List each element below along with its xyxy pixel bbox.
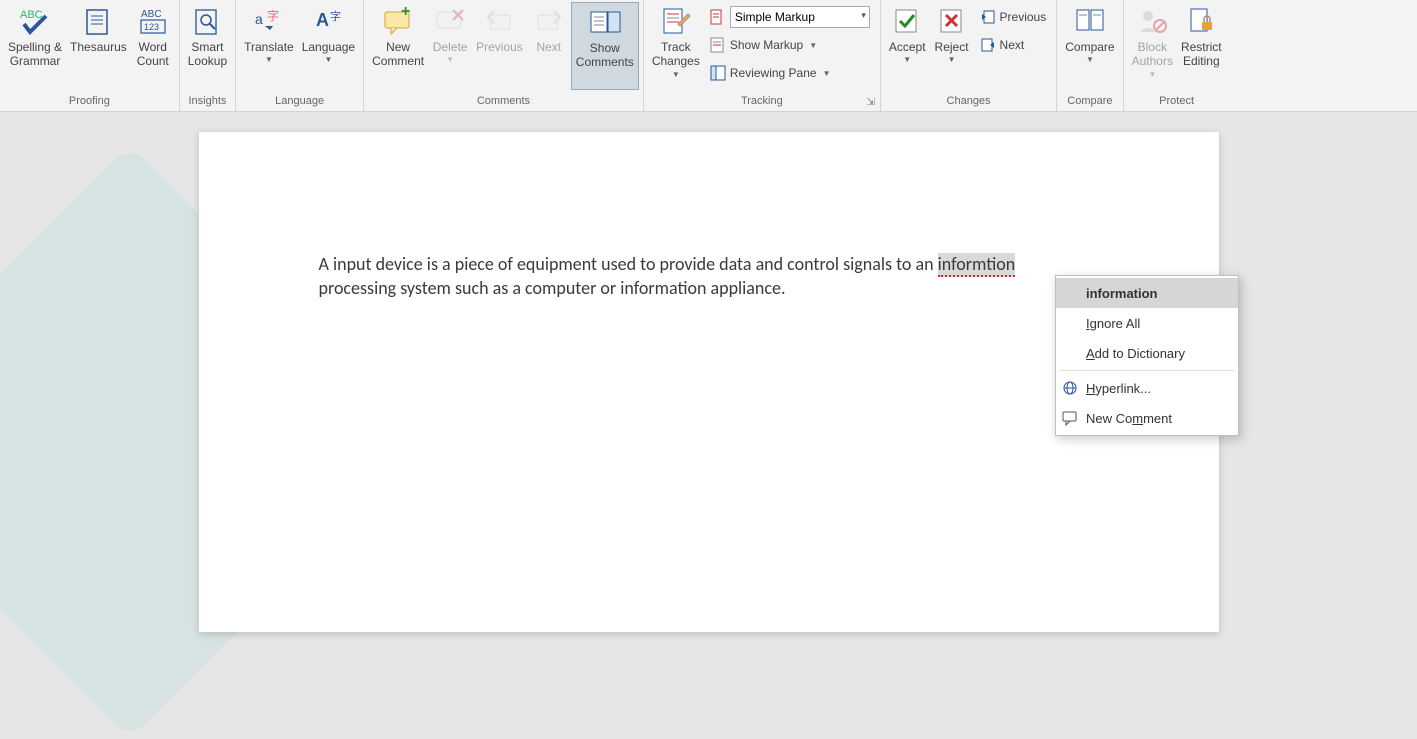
block-authors-button: Block Authors ▼	[1128, 2, 1177, 90]
comment-icon	[1062, 410, 1078, 426]
show-markup-button[interactable]: Show Markup ▼	[706, 32, 874, 58]
accept-icon	[892, 4, 922, 38]
dropdown-caret-icon: ▼	[903, 55, 911, 65]
compare-icon	[1074, 4, 1106, 38]
restrict-editing-button[interactable]: Restrict Editing	[1177, 2, 1226, 90]
svg-text:+: +	[401, 6, 410, 20]
word-count-icon: ABC 123	[137, 4, 169, 38]
accept-button[interactable]: Accept ▼	[885, 2, 930, 90]
markup-icon	[710, 9, 726, 25]
next-comment-icon	[534, 4, 564, 38]
document-text[interactable]: A input device is a piece of equipment u…	[319, 252, 1099, 301]
group-changes: Accept ▼ Reject ▼ Previous Next	[881, 0, 1057, 111]
thesaurus-button[interactable]: Thesaurus	[66, 2, 131, 90]
track-changes-icon	[660, 4, 692, 38]
reject-icon	[937, 4, 967, 38]
text-segment: A input device is a piece of equipment u…	[319, 253, 938, 275]
delete-comment-button: Delete ▼	[428, 2, 472, 90]
dropdown-caret-icon: ▼	[265, 55, 273, 65]
group-comments: + New Comment Delete ▼ Previous	[364, 0, 644, 111]
hyperlink-item[interactable]: Hyperlink...	[1056, 373, 1238, 403]
group-protect: Block Authors ▼ Restrict Editing Protect	[1124, 0, 1230, 111]
group-label-changes: Changes	[885, 93, 1052, 111]
group-label-protect: Protect	[1128, 93, 1226, 111]
next-comment-button: Next	[527, 2, 571, 90]
reject-button[interactable]: Reject ▼	[930, 2, 974, 90]
svg-text:字: 字	[330, 9, 341, 23]
group-label-language: Language	[240, 93, 359, 111]
group-label-proofing: Proofing	[4, 93, 175, 111]
dropdown-caret-icon: ▼	[823, 69, 831, 78]
reviewing-pane-icon	[710, 65, 726, 81]
compare-button[interactable]: Compare ▼	[1061, 2, 1118, 90]
dropdown-caret-icon: ▼	[809, 41, 817, 50]
svg-text:123: 123	[144, 22, 159, 32]
markup-view-dropdown[interactable]: ▾	[706, 4, 874, 30]
dropdown-caret-icon: ▼	[446, 55, 454, 65]
previous-comment-icon	[484, 4, 514, 38]
word-count-button[interactable]: ABC123 Word Count	[131, 2, 175, 90]
menu-separator	[1060, 370, 1234, 371]
add-to-dictionary[interactable]: Add to Dictionary	[1056, 338, 1238, 368]
dropdown-caret-icon: ▼	[1086, 55, 1094, 65]
svg-text:ABC: ABC	[20, 9, 43, 21]
misspelled-word[interactable]: informtion	[938, 253, 1016, 277]
group-tracking: Track Changes ▼ ▾ Show Markup ▼	[644, 0, 881, 111]
smart-lookup-button[interactable]: Smart Lookup	[184, 2, 231, 90]
language-icon: A字	[312, 4, 344, 38]
translate-icon: a字	[253, 4, 285, 38]
show-comments-button[interactable]: Show Comments	[571, 2, 639, 90]
new-comment-button[interactable]: + New Comment	[368, 2, 428, 90]
new-comment-icon: +	[381, 4, 415, 38]
group-label-insights: Insights	[184, 93, 231, 111]
dropdown-caret-icon: ▼	[672, 70, 680, 80]
smart-lookup-icon	[192, 4, 222, 38]
group-proofing: ABC Spelling & Grammar Thesaurus ABC123 …	[0, 0, 180, 111]
svg-text:A: A	[316, 10, 329, 30]
show-comments-icon	[588, 5, 622, 39]
group-insights: Smart Lookup Insights	[180, 0, 236, 111]
spelling-grammar-button[interactable]: ABC Spelling & Grammar	[4, 2, 66, 90]
track-changes-button[interactable]: Track Changes ▼	[648, 2, 704, 90]
delete-comment-icon	[433, 4, 467, 38]
markup-view-input[interactable]	[730, 6, 870, 28]
spell-context-menu: information Ignore All Add to Dictionary…	[1055, 275, 1239, 436]
group-label-comments: Comments	[368, 93, 639, 111]
block-authors-icon	[1136, 4, 1168, 38]
previous-icon	[980, 9, 996, 25]
tracking-dialog-launcher[interactable]: ⇲	[864, 95, 878, 109]
translate-button[interactable]: a字 Translate ▼	[240, 2, 298, 90]
previous-comment-button: Previous	[472, 2, 527, 90]
language-button[interactable]: A字 Language ▼	[298, 2, 359, 90]
ribbon: ABC Spelling & Grammar Thesaurus ABC123 …	[0, 0, 1417, 112]
group-language: a字 Translate ▼ A字 Language ▼ Language	[236, 0, 364, 111]
text-segment: processing system such as a computer or …	[319, 277, 786, 299]
group-compare: Compare ▼ Compare	[1057, 0, 1123, 111]
dropdown-caret-icon: ▼	[1148, 70, 1156, 80]
restrict-editing-icon	[1186, 4, 1216, 38]
hyperlink-icon	[1062, 380, 1078, 396]
abc-check-icon: ABC	[18, 4, 52, 38]
show-markup-icon	[710, 37, 726, 53]
svg-text:a: a	[255, 11, 263, 27]
thesaurus-icon	[83, 4, 113, 38]
group-label-compare: Compare	[1061, 93, 1118, 111]
new-comment-item[interactable]: New Comment	[1056, 403, 1238, 433]
next-change-button[interactable]: Next	[976, 32, 1051, 58]
svg-text:ABC: ABC	[141, 9, 162, 20]
ignore-all[interactable]: Ignore All	[1056, 308, 1238, 338]
spell-suggestion[interactable]: information	[1056, 278, 1238, 308]
previous-change-button[interactable]: Previous	[976, 4, 1051, 30]
group-label-tracking: Tracking	[648, 93, 876, 111]
next-icon	[980, 37, 996, 53]
svg-text:字: 字	[267, 8, 279, 23]
reviewing-pane-button[interactable]: Reviewing Pane ▼	[706, 60, 874, 86]
dropdown-caret-icon: ▼	[948, 55, 956, 65]
dropdown-caret-icon: ▼	[324, 55, 332, 65]
